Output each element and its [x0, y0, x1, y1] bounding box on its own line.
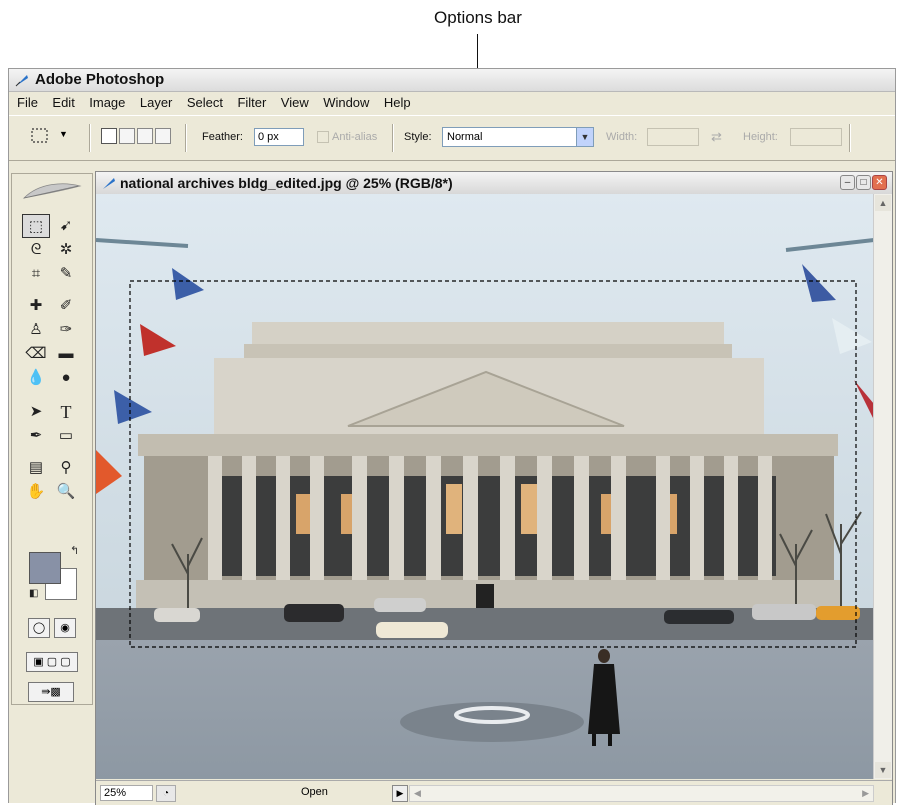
screen-mode-buttons[interactable]: ▣ ▢ ▢: [26, 652, 78, 672]
pen-tool[interactable]: ✒: [22, 424, 50, 448]
style-select-value: Normal: [447, 131, 483, 143]
options-bar-callout-label: Options bar: [434, 8, 522, 27]
path-selection-tool[interactable]: ➤: [22, 400, 50, 424]
style-label: Style:: [404, 131, 432, 143]
type-tool[interactable]: T: [52, 400, 80, 424]
quick-mask-mode-button[interactable]: ◉: [54, 618, 76, 638]
anti-alias-checkbox[interactable]: [317, 131, 329, 143]
intersect-selection-button[interactable]: [155, 128, 171, 144]
rectangular-marquee-icon: [31, 128, 48, 143]
status-menu-arrow-icon[interactable]: ▶: [392, 785, 408, 802]
foreground-color-swatch[interactable]: [29, 552, 61, 584]
options-bar: ▼ Feather: 0 px Anti-alias Style: Normal…: [9, 115, 895, 161]
menu-filter[interactable]: Filter: [232, 92, 271, 114]
width-input[interactable]: [647, 128, 699, 146]
separator: [849, 124, 850, 152]
eyedropper-tool[interactable]: ⚲: [52, 456, 80, 480]
vertical-scrollbar[interactable]: ▲ ▼: [873, 194, 892, 779]
width-label: Width:: [606, 131, 638, 143]
subtract-from-selection-button[interactable]: [137, 128, 153, 144]
healing-brush-tool[interactable]: ✚: [22, 294, 50, 318]
scroll-left-icon[interactable]: ◀: [414, 786, 421, 801]
rectangular-marquee-tool[interactable]: ⬚: [22, 214, 50, 238]
scroll-right-icon[interactable]: ▶: [862, 786, 869, 801]
feather-input[interactable]: 0 px: [254, 128, 304, 146]
history-brush-tool[interactable]: ✑: [52, 318, 80, 342]
image-canvas[interactable]: [96, 194, 874, 779]
tool-preset-picker[interactable]: ▼: [29, 126, 75, 146]
zoom-tool[interactable]: 🔍: [52, 480, 80, 504]
menu-view[interactable]: View: [276, 92, 314, 114]
chevron-down-icon: ▼: [59, 129, 68, 139]
height-input[interactable]: [790, 128, 842, 146]
photoshop-feather-icon: [22, 183, 82, 199]
maximize-button[interactable]: □: [856, 175, 871, 190]
menu-file[interactable]: File: [12, 92, 43, 114]
app-titlebar: Adobe Photoshop: [9, 69, 895, 92]
menu-image[interactable]: Image: [84, 92, 130, 114]
separator: [392, 124, 393, 152]
gradient-tool[interactable]: ▬: [52, 342, 80, 366]
status-info-text: Open: [301, 786, 328, 798]
brush-tool[interactable]: ✐: [52, 294, 80, 318]
national-archives-photo: [96, 194, 874, 779]
clone-stamp-tool[interactable]: ♙: [22, 318, 50, 342]
scroll-down-icon[interactable]: ▼: [875, 762, 891, 778]
notes-tool[interactable]: ▤: [22, 456, 50, 480]
toolbox: ⬚ ➹ ᘓ ✲ ⌗ ✎ ✚ ✐ ♙ ✑ ⌫ ▬ 💧 ● ➤ T ✒ ▭ ▤ ⚲ …: [11, 173, 93, 705]
feather-label: Feather:: [202, 131, 243, 143]
scroll-up-icon[interactable]: ▲: [875, 195, 891, 211]
magic-wand-tool[interactable]: ✲: [52, 238, 80, 262]
move-tool[interactable]: ➹: [52, 214, 80, 238]
photoshop-window: Adobe Photoshop File Edit Image Layer Se…: [8, 68, 896, 805]
separator: [185, 124, 186, 152]
close-button[interactable]: ✕: [872, 175, 887, 190]
document-window: national archives bldg_edited.jpg @ 25% …: [95, 171, 893, 805]
menu-help[interactable]: Help: [379, 92, 416, 114]
menu-window[interactable]: Window: [318, 92, 374, 114]
document-icon: [103, 178, 115, 189]
chevron-down-icon: ▼: [576, 128, 593, 146]
add-to-selection-button[interactable]: [119, 128, 135, 144]
dodge-tool[interactable]: ●: [52, 366, 80, 390]
slice-tool[interactable]: ✎: [52, 262, 80, 286]
menu-select[interactable]: Select: [182, 92, 228, 114]
anti-alias-label: Anti-alias: [332, 131, 378, 143]
eraser-tool[interactable]: ⌫: [22, 342, 50, 366]
crop-tool[interactable]: ⌗: [22, 262, 50, 286]
photoshop-feather-icon: [15, 75, 28, 87]
standard-mode-button[interactable]: ◯: [28, 618, 50, 638]
document-title: national archives bldg_edited.jpg @ 25% …: [120, 175, 453, 191]
horizontal-scrollbar[interactable]: ◀ ▶: [409, 785, 874, 802]
hand-tool[interactable]: ✋: [22, 480, 50, 504]
zoom-preview-icon[interactable]: ◔: [156, 785, 176, 802]
lasso-tool[interactable]: ᘓ: [22, 238, 50, 262]
menu-layer[interactable]: Layer: [135, 92, 178, 114]
status-bar: 25% ◔ Open ▶ ◀ ▶: [96, 780, 892, 805]
shape-tool[interactable]: ▭: [52, 424, 80, 448]
document-titlebar: national archives bldg_edited.jpg @ 25% …: [96, 172, 892, 194]
separator: [89, 124, 90, 152]
new-selection-button[interactable]: [101, 128, 117, 144]
zoom-level-field[interactable]: 25%: [100, 785, 153, 801]
swap-colors-icon[interactable]: ↰: [70, 544, 79, 557]
style-select[interactable]: Normal ▼: [442, 127, 594, 147]
jump-to-imageready-button[interactable]: ⇛▩: [28, 682, 74, 702]
menu-edit[interactable]: Edit: [47, 92, 79, 114]
app-title: Adobe Photoshop: [35, 71, 165, 88]
default-colors-icon[interactable]: ◧: [29, 588, 38, 599]
blur-tool[interactable]: 💧: [22, 366, 50, 390]
swap-width-height-icon[interactable]: ⇄: [711, 129, 722, 145]
menu-bar: File Edit Image Layer Select Filter View…: [9, 92, 895, 114]
height-label: Height:: [743, 131, 778, 143]
minimize-button[interactable]: –: [840, 175, 855, 190]
